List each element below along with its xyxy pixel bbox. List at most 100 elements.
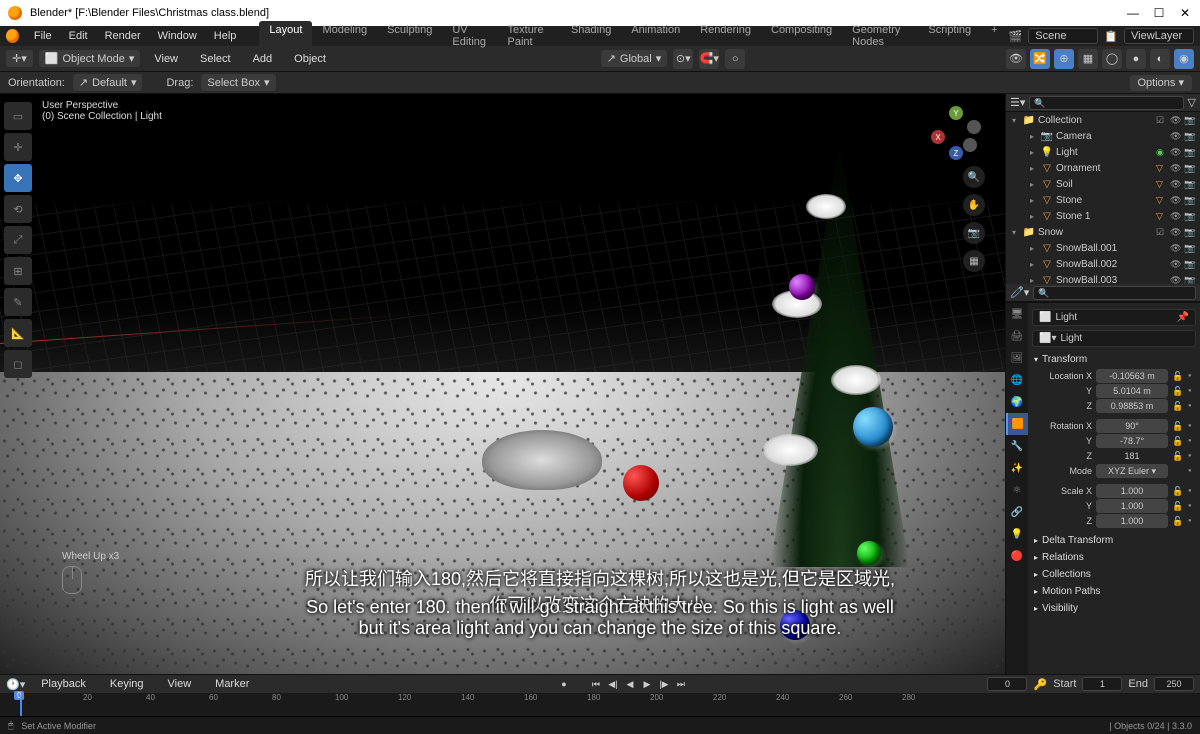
scale-x-value[interactable]: 1.000 [1096, 484, 1168, 498]
outliner-collection[interactable]: ▾ 📁 Collection ☑👁📷 [1006, 112, 1200, 128]
transform-header[interactable]: ▾ Transform [1032, 351, 1196, 368]
location-x-value[interactable]: -0.10563 m [1096, 369, 1168, 383]
gizmo-y[interactable]: Y [949, 106, 963, 120]
timeline-ruler[interactable]: 020406080100120140160180200220240260280 [0, 693, 1200, 716]
lock-icon[interactable]: 🔓 [1172, 501, 1184, 512]
location-y-value[interactable]: 5.0104 m [1096, 384, 1168, 398]
expand-icon[interactable]: ▸ [1030, 212, 1040, 221]
outliner-item-camera[interactable]: ▸ 📷 Camera 👁📷 [1006, 128, 1200, 144]
outliner-item-snowball1[interactable]: ▸ ▽ SnowBall.001 👁📷 [1006, 240, 1200, 256]
tool-measure[interactable]: 📐 [4, 319, 32, 347]
tab-scripting[interactable]: Scripting [918, 21, 981, 51]
tab-object-props[interactable]: 🟧 [1006, 413, 1028, 435]
expand-icon[interactable]: ▸ [1030, 180, 1040, 189]
render-icon[interactable]: 📷 [1184, 131, 1196, 142]
next-key-icon[interactable]: |▶ [657, 677, 671, 691]
header-object[interactable]: Object [286, 51, 334, 67]
anim-dot[interactable]: ● [1188, 468, 1196, 474]
tool-scale[interactable]: ⤢ [4, 226, 32, 254]
tab-modeling[interactable]: Modeling [312, 21, 377, 51]
scene-icon[interactable]: 🎬 [1009, 30, 1023, 43]
gizmo-x[interactable]: X [931, 130, 945, 144]
scene-field[interactable]: Scene [1028, 28, 1098, 44]
pan-icon[interactable]: ✋ [963, 194, 985, 216]
expand-icon[interactable]: ▸ [1030, 164, 1040, 173]
header-view[interactable]: View [146, 51, 186, 67]
location-z-value[interactable]: 0.98853 m [1096, 399, 1168, 413]
outliner-search[interactable] [1029, 96, 1183, 110]
start-frame-field[interactable]: 1 [1082, 677, 1122, 691]
end-frame-field[interactable]: 250 [1154, 677, 1194, 691]
viewlayer-icon[interactable]: 📋 [1104, 30, 1118, 43]
mode-dropdown[interactable]: ⬜ Object Mode ▾ [39, 50, 141, 67]
render-icon[interactable]: 📷 [1184, 195, 1196, 206]
collapse-icon[interactable]: ▾ [1012, 116, 1022, 125]
lock-icon[interactable]: 🔓 [1172, 421, 1184, 432]
maximize-button[interactable]: ☐ [1152, 6, 1166, 20]
tab-particle-props[interactable]: ✨ [1006, 457, 1028, 479]
expand-icon[interactable]: ▸ [1030, 244, 1040, 253]
selected-object-breadcrumb[interactable]: ⬜ Light 📌 [1032, 309, 1196, 326]
gizmo-neg[interactable] [967, 120, 981, 134]
mesh-data-icon[interactable]: ▽ [1156, 179, 1168, 190]
blender-logo-icon[interactable] [6, 29, 19, 43]
delta-transform-header[interactable]: ▸Delta Transform [1032, 532, 1196, 549]
outliner-item-snowball2[interactable]: ▸ ▽ SnowBall.002 👁📷 [1006, 256, 1200, 272]
render-icon[interactable]: 📷 [1184, 211, 1196, 222]
tab-add-workspace[interactable]: + [981, 21, 1007, 51]
rotation-mode-value[interactable]: XYZ Euler ▾ [1096, 464, 1168, 478]
viewlayer-field[interactable]: ViewLayer [1124, 28, 1194, 44]
overlays-toggle[interactable]: ⊕ [1054, 49, 1074, 69]
header-select[interactable]: Select [192, 51, 239, 67]
shading-material[interactable]: ◐ [1150, 49, 1170, 69]
tab-texture-paint[interactable]: Texture Paint [498, 21, 561, 51]
pivot-dropdown[interactable]: ⊙▾ [673, 49, 693, 69]
jump-start-icon[interactable]: ⏮ [589, 677, 603, 691]
eye-icon[interactable]: 👁 [1170, 147, 1182, 158]
tab-data-props[interactable]: 💡 [1006, 523, 1028, 545]
outliner-tree[interactable]: ▾ 📁 Collection ☑👁📷 ▸ 📷 Camera 👁📷 ▸ 💡 Lig… [1006, 112, 1200, 284]
rotation-z-value[interactable]: 181 [1096, 449, 1168, 463]
render-icon[interactable]: 📷 [1184, 163, 1196, 174]
orient-dropdown[interactable]: ↗ Default ▾ [73, 74, 143, 91]
tl-playback[interactable]: Playback [33, 676, 94, 692]
render-icon[interactable]: 📷 [1184, 243, 1196, 254]
cursor-dropdown[interactable]: ✛▾ [6, 50, 33, 67]
minimize-button[interactable]: — [1126, 6, 1140, 20]
tool-move[interactable]: ✥ [4, 164, 32, 192]
lock-icon[interactable]: 🔓 [1172, 516, 1184, 527]
rotation-x-value[interactable]: 90° [1096, 419, 1168, 433]
expand-icon[interactable]: ▸ [1030, 260, 1040, 269]
shading-wireframe[interactable]: ◯ [1102, 49, 1122, 69]
lock-icon[interactable]: 🔓 [1172, 451, 1184, 462]
snap-toggle[interactable]: 🧲▾ [699, 49, 719, 69]
motion-paths-header[interactable]: ▸Motion Paths [1032, 583, 1196, 600]
expand-icon[interactable]: ▸ [1030, 148, 1040, 157]
perspective-icon[interactable]: ▦ [963, 250, 985, 272]
outliner-mode-icon[interactable]: ☰▾ [1010, 96, 1025, 109]
orientation-global[interactable]: ↗ Global ▾ [601, 50, 668, 67]
outliner-item-light[interactable]: ▸ 💡 Light ◉👁📷 [1006, 144, 1200, 160]
gizmo-z[interactable]: Z [949, 146, 963, 160]
anim-dot[interactable]: ● [1188, 488, 1196, 494]
tool-rotate[interactable]: ⟲ [4, 195, 32, 223]
visibility-toggle[interactable]: 👁 [1006, 49, 1026, 69]
render-icon[interactable]: 📷 [1184, 179, 1196, 190]
nav-gizmo[interactable]: X Y Z [931, 106, 981, 156]
tab-material-props[interactable]: 🔴 [1006, 545, 1028, 567]
options-button[interactable]: Options ▾ [1130, 75, 1193, 91]
tool-transform[interactable]: ⊞ [4, 257, 32, 285]
render-icon[interactable]: 📷 [1184, 227, 1196, 238]
proportional-edit[interactable]: ○ [725, 49, 745, 69]
tab-geometry-nodes[interactable]: Geometry Nodes [842, 21, 918, 51]
timeline-icon[interactable]: 🕐▾ [6, 678, 25, 691]
keyframe-icon[interactable]: 🔑 [1033, 678, 1047, 691]
rotation-y-value[interactable]: -78.7° [1096, 434, 1168, 448]
expand-icon[interactable]: ▸ [1030, 132, 1040, 141]
tab-sculpting[interactable]: Sculpting [377, 21, 442, 51]
outliner-item-ornament[interactable]: ▸ ▽ Ornament ▽👁📷 [1006, 160, 1200, 176]
lock-icon[interactable]: 🔓 [1172, 386, 1184, 397]
eye-icon[interactable]: 👁 [1170, 275, 1182, 285]
outliner-item-stone1[interactable]: ▸ ▽ Stone 1 ▽👁📷 [1006, 208, 1200, 224]
menu-window[interactable]: Window [150, 28, 205, 44]
